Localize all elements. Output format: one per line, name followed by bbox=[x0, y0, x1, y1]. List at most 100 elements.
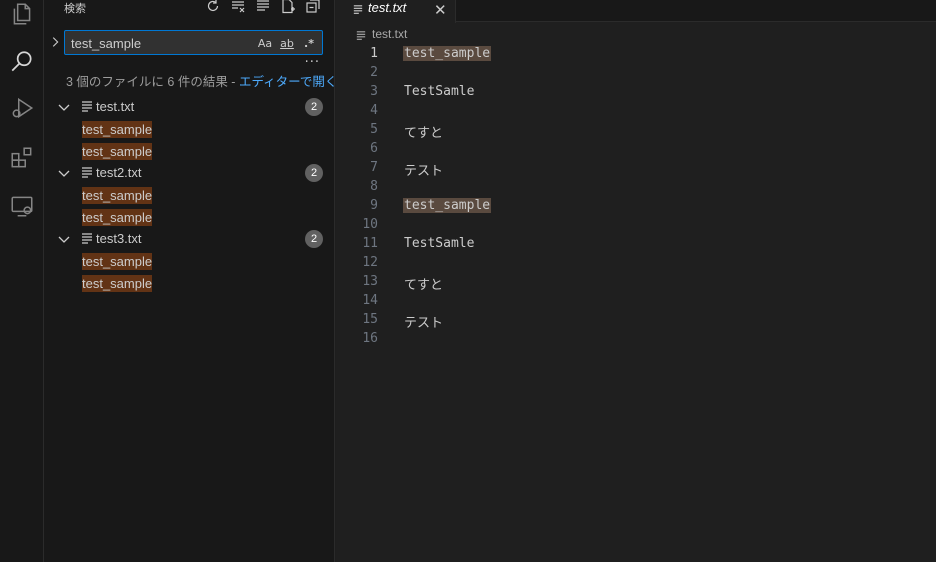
toggle-replace-chevron-icon[interactable] bbox=[48, 34, 62, 50]
code-line: 4 bbox=[336, 102, 936, 121]
file-result[interactable]: test.txt 2 bbox=[44, 96, 335, 118]
extensions-icon[interactable] bbox=[0, 136, 44, 180]
match-item[interactable]: test_sample bbox=[44, 118, 335, 140]
code-line: 14 bbox=[336, 292, 936, 311]
chevron-down-icon bbox=[58, 104, 70, 111]
file-name: test.txt bbox=[96, 99, 135, 114]
editor-area: test.txt ✕ test.txt 1 test_sample 2 3 Test… bbox=[336, 0, 936, 562]
line-text: テスト bbox=[404, 316, 444, 331]
use-regex-button[interactable]: .* bbox=[300, 34, 318, 52]
match-item[interactable]: test_sample bbox=[44, 184, 335, 206]
text-file-icon bbox=[82, 101, 92, 112]
file-name: test2.txt bbox=[96, 165, 142, 180]
new-file-icon[interactable] bbox=[280, 0, 296, 14]
chevron-down-icon bbox=[58, 170, 70, 177]
match-case-button[interactable]: Aa bbox=[256, 34, 274, 52]
line-text: てすと bbox=[404, 126, 444, 141]
match-count-badge: 2 bbox=[305, 98, 323, 116]
file-name: test3.txt bbox=[96, 231, 142, 246]
text-file-icon bbox=[82, 167, 92, 178]
code-editor[interactable]: 1 test_sample 2 3 TestSamle 4 5 てすと 6 7 テスト … bbox=[336, 45, 936, 349]
code-line: 10 bbox=[336, 216, 936, 235]
line-number: 7 bbox=[370, 160, 378, 175]
code-line: 16 bbox=[336, 330, 936, 349]
line-text: TestSamle bbox=[404, 236, 475, 251]
code-line: 13 てすと bbox=[336, 273, 936, 293]
code-line: 7 テスト bbox=[336, 159, 936, 179]
match-item[interactable]: test_sample bbox=[44, 250, 335, 272]
line-number: 6 bbox=[370, 141, 378, 156]
text-file-icon bbox=[356, 31, 366, 40]
results-summary-text: 3 個のファイルに 6 件の結果 - bbox=[66, 75, 239, 89]
line-number: 8 bbox=[370, 179, 378, 194]
line-number: 9 bbox=[370, 198, 378, 213]
tab-test-txt[interactable]: test.txt ✕ bbox=[336, 0, 456, 23]
new-search-editor-icon[interactable] bbox=[255, 0, 271, 14]
code-line: 2 bbox=[336, 64, 936, 83]
line-text: TestSamle bbox=[404, 84, 475, 99]
line-number: 11 bbox=[362, 236, 378, 251]
line-text: テスト bbox=[404, 164, 444, 179]
line-number: 1 bbox=[370, 46, 378, 61]
match-text: test_sample bbox=[82, 253, 153, 270]
file-result[interactable]: test3.txt 2 bbox=[44, 228, 335, 250]
code-line: 9 test_sample bbox=[336, 197, 936, 216]
clear-results-icon[interactable] bbox=[230, 0, 246, 14]
line-text: てすと bbox=[404, 278, 444, 293]
code-line: 3 TestSamle bbox=[336, 83, 936, 102]
more-options-icon[interactable]: ··· bbox=[305, 55, 320, 70]
results-summary: 3 個のファイルに 6 件の結果 - エディターで開く bbox=[66, 71, 337, 90]
match-count-badge: 2 bbox=[305, 164, 323, 182]
refresh-icon[interactable] bbox=[205, 0, 221, 14]
chevron-down-icon bbox=[58, 236, 70, 243]
file-result[interactable]: test2.txt 2 bbox=[44, 162, 335, 184]
search-input[interactable] bbox=[71, 34, 251, 52]
match-text: test_sample bbox=[82, 209, 153, 226]
sidebar-header: 検索 bbox=[44, 0, 335, 16]
remote-explorer-icon[interactable] bbox=[0, 184, 44, 228]
match-item[interactable]: test_sample bbox=[44, 140, 335, 162]
line-text: test_sample bbox=[403, 46, 492, 61]
code-line: 11 TestSamle bbox=[336, 235, 936, 254]
line-number: 16 bbox=[362, 331, 378, 346]
search-box: Aa ab .* bbox=[64, 30, 323, 55]
line-number: 12 bbox=[362, 255, 378, 270]
code-line: 8 bbox=[336, 178, 936, 197]
line-number: 2 bbox=[370, 65, 378, 80]
code-line: 12 bbox=[336, 254, 936, 273]
text-file-icon bbox=[82, 233, 92, 244]
line-number: 13 bbox=[362, 274, 378, 289]
text-file-icon bbox=[353, 5, 363, 14]
line-text: test_sample bbox=[403, 198, 492, 213]
match-item[interactable]: test_sample bbox=[44, 272, 335, 294]
tab-label: test.txt bbox=[368, 0, 407, 15]
line-number: 10 bbox=[362, 217, 378, 232]
match-text: test_sample bbox=[82, 121, 153, 138]
match-text: test_sample bbox=[82, 187, 153, 204]
line-number: 3 bbox=[370, 84, 378, 99]
match-text: test_sample bbox=[82, 275, 153, 292]
collapse-all-icon[interactable] bbox=[305, 0, 321, 14]
explorer-icon[interactable] bbox=[0, 0, 44, 36]
close-icon[interactable]: ✕ bbox=[434, 1, 447, 19]
breadcrumb-file: test.txt bbox=[372, 27, 408, 41]
search-sidebar: 検索 Aa ab .* ··· 3 個のファイルに 6 件の結果 - エディター… bbox=[44, 0, 337, 562]
code-line: 6 bbox=[336, 140, 936, 159]
run-debug-icon[interactable] bbox=[0, 86, 44, 130]
match-count-badge: 2 bbox=[305, 230, 323, 248]
line-number: 4 bbox=[370, 103, 378, 118]
tab-bar: test.txt ✕ bbox=[336, 0, 936, 23]
activity-bar bbox=[0, 0, 44, 562]
results-tree: test.txt 2 test_sample test_sample test2… bbox=[44, 96, 335, 294]
code-line: 15 テスト bbox=[336, 311, 936, 331]
match-whole-word-button[interactable]: ab bbox=[278, 34, 296, 52]
line-number: 15 bbox=[362, 312, 378, 327]
sidebar-title: 検索 bbox=[64, 2, 86, 15]
open-in-editor-link[interactable]: エディターで開く bbox=[239, 75, 337, 89]
line-number: 5 bbox=[370, 122, 378, 137]
code-line: 1 test_sample bbox=[336, 45, 936, 64]
code-line: 5 てすと bbox=[336, 121, 936, 141]
match-item[interactable]: test_sample bbox=[44, 206, 335, 228]
match-text: test_sample bbox=[82, 143, 153, 160]
search-icon[interactable] bbox=[0, 40, 44, 84]
